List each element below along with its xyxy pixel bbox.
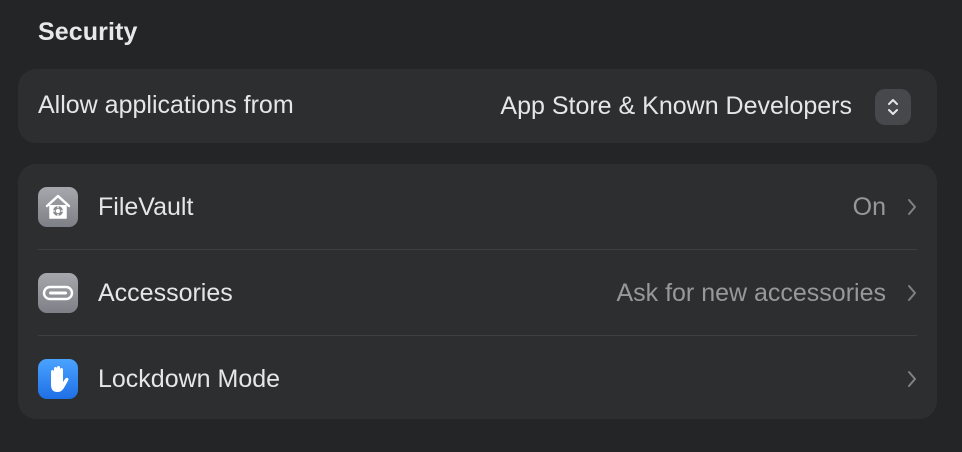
security-options-list: FileVault On Accessories Ask for new acc… [18,164,937,419]
chevron-right-icon [908,199,916,215]
chevron-right-icon [908,285,916,301]
allow-applications-popup-button[interactable] [875,89,911,125]
accessories-row[interactable]: Accessories Ask for new accessories [18,250,937,336]
filevault-house-icon [38,187,78,227]
filevault-status: On [852,193,886,221]
accessories-setting: Ask for new accessories [616,279,886,307]
usb-c-port-icon [38,273,78,313]
section-title: Security [38,18,138,46]
lockdown-mode-label: Lockdown Mode [98,365,281,393]
allow-applications-card: Allow applications from App Store & Know… [18,69,937,143]
filevault-row[interactable]: FileVault On [18,164,937,250]
accessories-label: Accessories [98,279,233,307]
filevault-label: FileVault [98,193,194,221]
security-settings-page: Security Allow applications from App Sto… [0,0,962,452]
raised-hand-icon [38,359,78,399]
up-down-chevron-icon [888,99,898,115]
allow-applications-label: Allow applications from [38,91,294,119]
chevron-right-icon [908,371,916,387]
allow-applications-value[interactable]: App Store & Known Developers [500,92,852,121]
lockdown-mode-row[interactable]: Lockdown Mode [18,336,937,422]
